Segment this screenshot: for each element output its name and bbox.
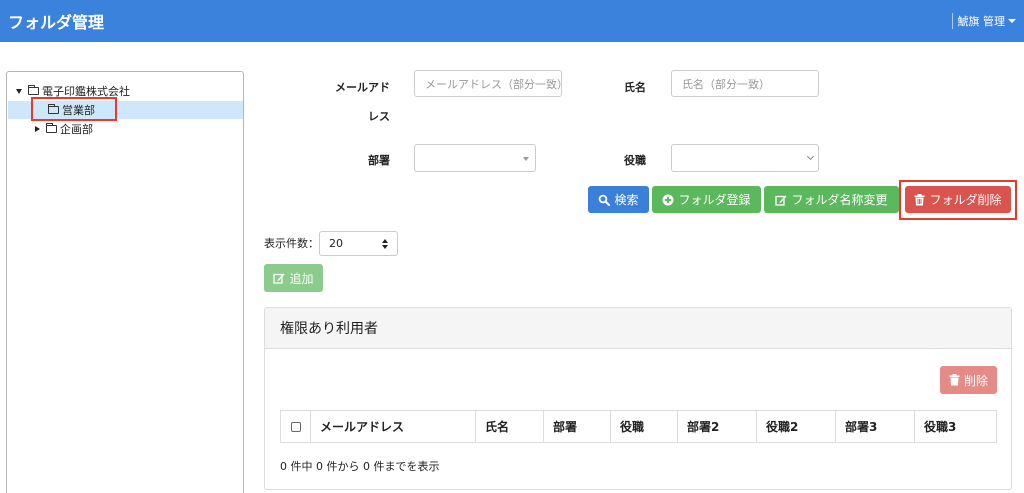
- column-header-dept2[interactable]: 部署2: [677, 410, 757, 443]
- column-header-dept[interactable]: 部署: [543, 410, 611, 443]
- delete-button-label: 削除: [963, 373, 988, 388]
- select-all-checkbox[interactable]: [290, 422, 301, 432]
- tree-node-label: 企画部: [60, 123, 93, 136]
- name-input[interactable]: 氏名（部分一致）: [671, 70, 819, 97]
- dropdown-caret-icon: [523, 157, 529, 161]
- folder-rename-button[interactable]: フォルダ名称変更: [764, 186, 899, 213]
- highlight-annotation-delete: [899, 180, 1017, 220]
- column-header-role[interactable]: 役職: [610, 410, 678, 443]
- add-button[interactable]: 追加: [264, 264, 323, 292]
- panel-title: 権限あり利用者: [265, 308, 1011, 349]
- user-menu[interactable]: 鯱旗 管理: [951, 13, 1016, 29]
- table-summary: 0 件中 0 件から 0 件までを表示: [280, 460, 440, 473]
- folder-icon: [28, 85, 39, 95]
- chevron-down-icon: [806, 152, 815, 161]
- dept-label: 部署: [368, 154, 390, 167]
- folder-icon: [46, 123, 57, 133]
- expand-toggle-icon[interactable]: [14, 86, 24, 96]
- column-header-name[interactable]: 氏名: [475, 410, 544, 443]
- highlight-annotation-tree: [31, 97, 117, 121]
- plus-circle-icon: [662, 194, 674, 205]
- name-label: 氏名: [624, 81, 646, 94]
- name-placeholder: 氏名（部分一致）: [682, 77, 770, 91]
- page-size-label: 表示件数：: [264, 237, 319, 250]
- role-label: 役職: [624, 154, 646, 167]
- search-button-label: 検索: [614, 193, 639, 207]
- role-select[interactable]: [671, 144, 819, 172]
- tree-node-kikaku[interactable]: 企画部: [32, 120, 93, 138]
- edit-icon: [775, 195, 787, 206]
- folder-register-label: フォルダ登録: [678, 193, 751, 207]
- add-button-label: 追加: [289, 271, 314, 286]
- email-input[interactable]: メールアドレス（部分一致）: [414, 70, 562, 97]
- delete-button[interactable]: 削除: [940, 366, 997, 394]
- page-size-value: 20: [329, 237, 343, 250]
- folder-register-button[interactable]: フォルダ登録: [652, 186, 761, 213]
- folder-tree-panel: 電子印鑑株式会社 営業部 企画部: [6, 71, 244, 493]
- table-header-row: メールアドレス 氏名 部署 役職 部署2 役職2 部署3 役職3: [280, 410, 997, 443]
- email-placeholder: メールアドレス（部分一致）: [425, 77, 562, 91]
- email-label-cont: レス: [368, 110, 390, 123]
- column-header-dept3[interactable]: 部署3: [835, 410, 915, 443]
- dept-select[interactable]: [414, 144, 536, 172]
- column-header-email[interactable]: メールアドレス: [310, 410, 476, 443]
- folder-rename-label: フォルダ名称変更: [791, 193, 888, 207]
- select-all-cell: [280, 410, 311, 443]
- chevron-down-icon: [1008, 19, 1016, 23]
- search-icon: [599, 194, 611, 206]
- users-table: メールアドレス 氏名 部署 役職 部署2 役職2 部署3 役職3: [280, 410, 997, 443]
- column-header-role3[interactable]: 役職3: [914, 410, 997, 443]
- page-title: フォルダ管理: [8, 13, 105, 32]
- page-size-select[interactable]: 20: [319, 231, 398, 256]
- authorized-users-panel: 権限あり利用者 削除 メールアドレス 氏名 部署 役職 部署2 役職2 部署3 …: [264, 307, 1012, 490]
- trash-icon: [949, 374, 960, 386]
- updown-arrows-icon: [382, 239, 388, 249]
- expand-toggle-icon[interactable]: [32, 124, 42, 134]
- edit-icon: [273, 273, 285, 284]
- email-label: メールアド: [335, 81, 390, 94]
- user-name: 鯱旗 管理: [957, 15, 1006, 28]
- column-header-role2[interactable]: 役職2: [756, 410, 836, 443]
- top-navbar: フォルダ管理 鯱旗 管理: [0, 0, 1024, 42]
- search-button[interactable]: 検索: [588, 186, 649, 213]
